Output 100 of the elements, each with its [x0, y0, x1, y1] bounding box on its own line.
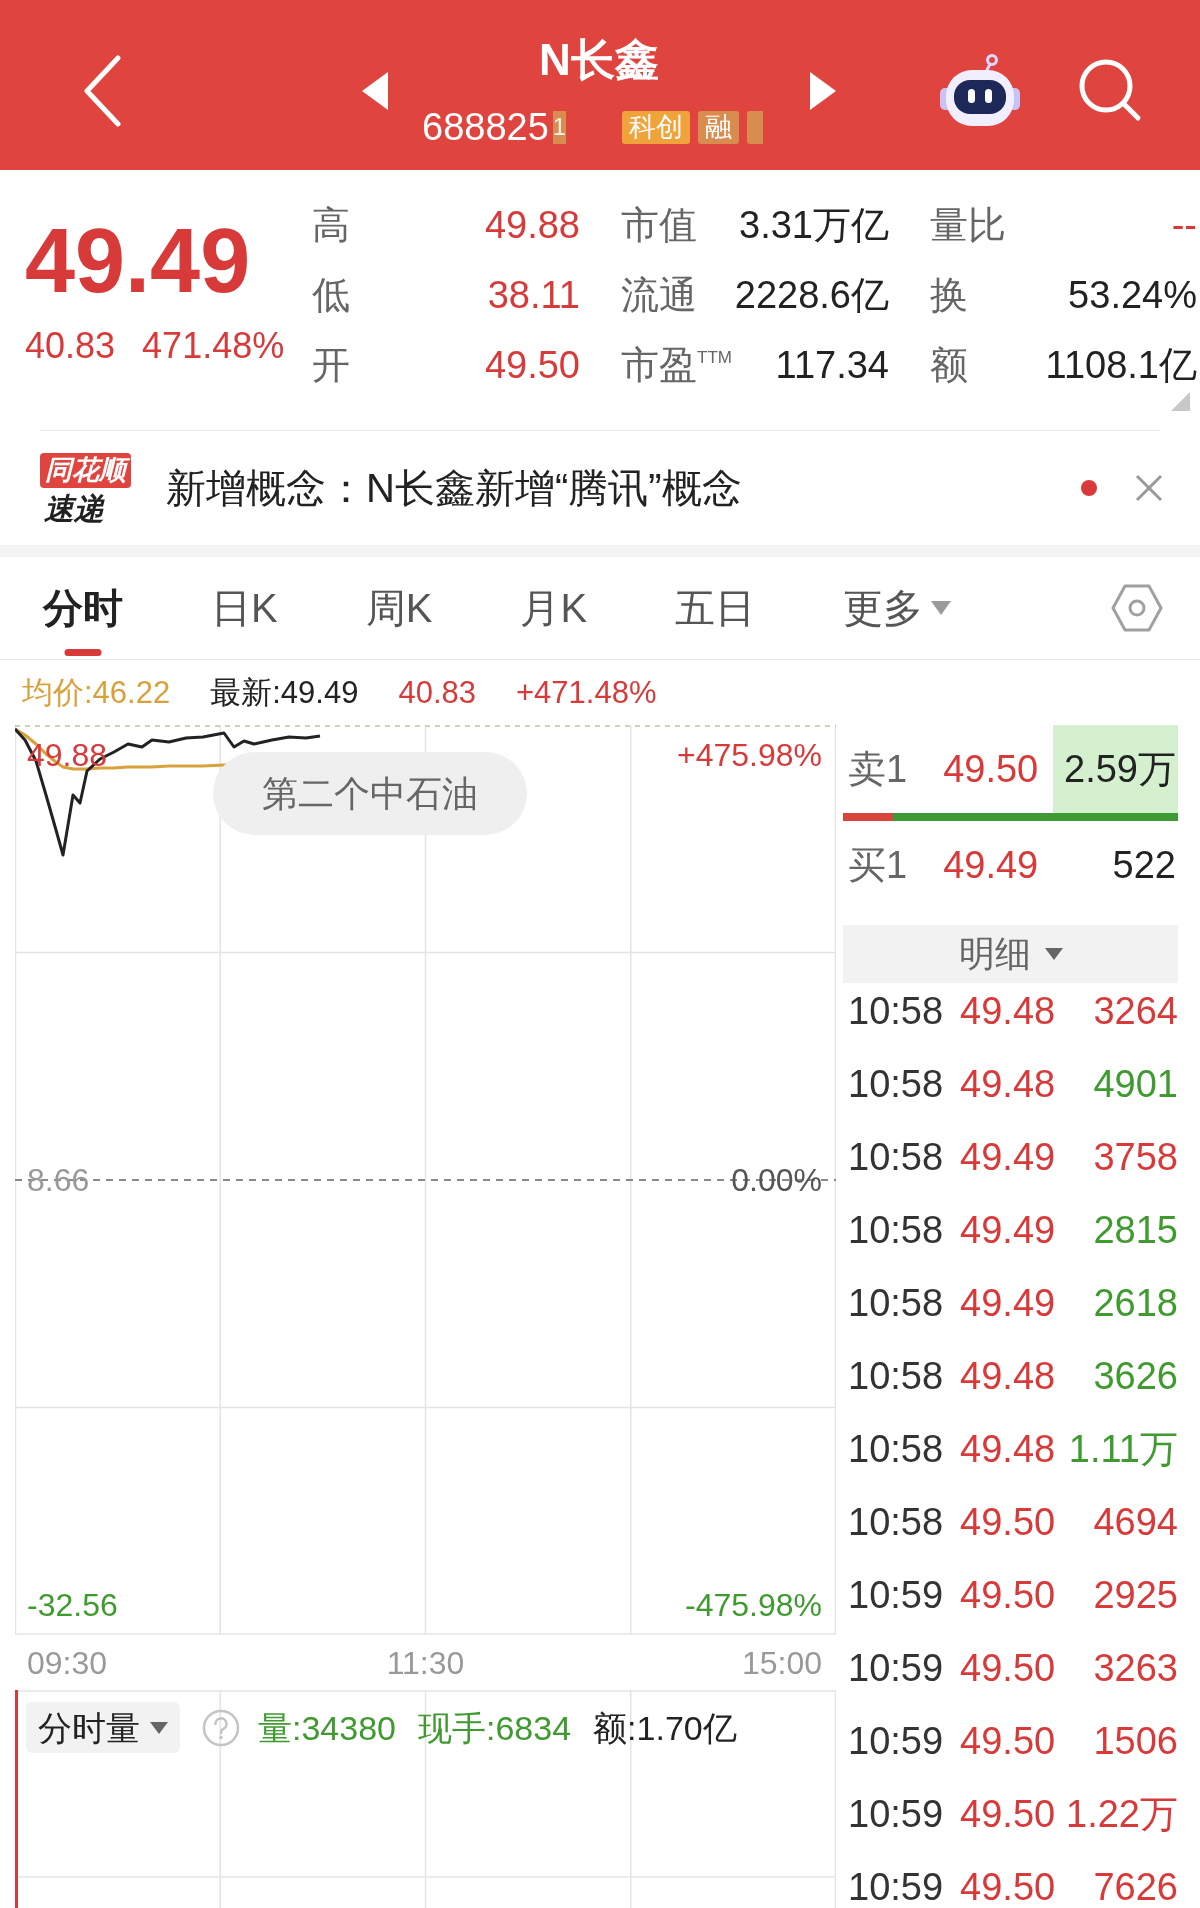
- tag-chip: 科创: [622, 110, 691, 144]
- percent-axis-label: +475.98%: [677, 739, 822, 771]
- stat-label: 额: [930, 346, 968, 384]
- ask-level-label: 卖1: [848, 750, 908, 788]
- last-price: 49.49: [25, 216, 252, 306]
- trade-volume: 1.22万: [1066, 1795, 1178, 1833]
- price-axis-label: -32.56: [27, 1589, 118, 1621]
- chart-tab[interactable]: 分时: [43, 557, 123, 659]
- stat-value: 38.11: [487, 276, 580, 314]
- trade-price: 49.50: [960, 1722, 1056, 1760]
- volume-stat: 现手:6834: [418, 1710, 572, 1745]
- trade-price: 49.48: [960, 992, 1056, 1030]
- legend-item: 均价:46.22: [22, 677, 171, 708]
- ask-price: 49.50: [943, 750, 1039, 788]
- stock-code: 688825: [422, 108, 549, 146]
- trade-time: 10:59: [848, 1795, 944, 1833]
- trade-time: 10:59: [848, 1722, 944, 1760]
- trade-price: 49.49: [960, 1284, 1056, 1322]
- trade-volume: 4694: [1093, 1503, 1178, 1541]
- legend-item: 40.83: [398, 677, 476, 708]
- time-axis-label: 09:30: [27, 1646, 108, 1679]
- trade-price: 49.50: [960, 1649, 1056, 1687]
- percent-change: 471.48%: [142, 328, 285, 364]
- stat-label: 换: [930, 276, 968, 314]
- tag-chip: 融: [698, 110, 740, 144]
- logo-text: 速递: [44, 493, 104, 524]
- stat-label: 高: [312, 206, 350, 244]
- price-axis-label: 8.66: [27, 1164, 90, 1196]
- news-headline[interactable]: 新增概念：N长鑫新增“腾讯”概念: [166, 468, 742, 508]
- trade-volume: 3758: [1093, 1138, 1178, 1176]
- trade-price: 49.49: [960, 1138, 1056, 1176]
- ask-volume: 2.59万: [1053, 725, 1178, 813]
- chart-tab[interactable]: 五日: [675, 557, 756, 659]
- percent-axis-label: 0.00%: [731, 1164, 822, 1196]
- trade-time: 10:58: [848, 1357, 944, 1395]
- stat-label: 流通: [621, 276, 697, 314]
- detail-dropdown[interactable]: 明细: [843, 925, 1178, 983]
- search-icon[interactable]: [1078, 58, 1142, 122]
- caret-icon: [150, 1721, 168, 1734]
- tag-chip: 1: [552, 110, 567, 144]
- trade-volume: 7626: [1093, 1868, 1178, 1906]
- trade-time: 10:58: [848, 1211, 944, 1249]
- trade-volume: 1.11万: [1068, 1430, 1178, 1468]
- indicator-dropdown[interactable]: 分时量: [26, 1702, 180, 1753]
- legend-item: 最新:49.49: [210, 677, 359, 708]
- trade-price: 49.50: [960, 1576, 1056, 1614]
- trade-price: 49.49: [960, 1211, 1056, 1249]
- next-stock-icon[interactable]: [810, 72, 836, 110]
- trade-price: 49.48: [960, 1357, 1056, 1395]
- legend-item: +471.48%: [516, 677, 657, 708]
- stat-value: 2228.6亿: [734, 276, 889, 314]
- back-icon[interactable]: [82, 55, 122, 127]
- close-icon[interactable]: [1135, 474, 1163, 502]
- bid-price: 49.49: [943, 846, 1039, 884]
- trade-time: 10:59: [848, 1868, 944, 1906]
- percent-axis-label: -475.98%: [685, 1589, 822, 1621]
- time-axis-label: 11:30: [386, 1646, 465, 1679]
- trade-time: 10:59: [848, 1649, 944, 1687]
- trade-volume: 3626: [1093, 1357, 1178, 1395]
- trade-time: 10:58: [848, 1284, 944, 1322]
- previous-stock-icon[interactable]: [362, 72, 388, 110]
- stat-value: 53.24%: [1068, 276, 1197, 314]
- trade-price: 49.48: [960, 1430, 1056, 1468]
- stat-label: 低: [312, 276, 350, 314]
- trade-price: 49.50: [960, 1503, 1056, 1541]
- trade-volume: 2925: [1093, 1576, 1178, 1614]
- trade-volume: 4901: [1093, 1065, 1178, 1103]
- volume-stat: 量:34380: [258, 1710, 396, 1745]
- trade-price: 49.50: [960, 1868, 1056, 1906]
- bid-volume: 522: [1111, 843, 1177, 888]
- trade-price: 49.48: [960, 1065, 1056, 1103]
- trade-time: 10:58: [848, 1065, 944, 1103]
- volume-stat: 额:1.70亿: [593, 1710, 737, 1745]
- settings-icon[interactable]: [1111, 584, 1163, 632]
- chart-tab[interactable]: 更多: [843, 557, 952, 659]
- stat-value: 1108.1亿: [1045, 346, 1197, 384]
- caret-icon: [1044, 948, 1063, 960]
- stat-label: 开: [312, 346, 350, 384]
- logo-tag: 同花顺: [40, 452, 131, 488]
- trade-volume: 2618: [1093, 1284, 1178, 1322]
- stat-value: 117.34: [775, 346, 889, 384]
- stat-value: 49.50: [484, 346, 580, 384]
- stat-value: --: [1171, 206, 1197, 244]
- price-change: 40.83: [25, 328, 116, 364]
- trade-volume: 1506: [1093, 1722, 1178, 1760]
- chart-tab[interactable]: 日K: [211, 557, 278, 659]
- stat-value: 49.88: [484, 206, 580, 244]
- trade-time: 10:59: [848, 1576, 944, 1614]
- trade-price: 49.50: [960, 1795, 1056, 1833]
- stock-name: N长鑫: [539, 38, 659, 82]
- trade-volume: 3263: [1093, 1649, 1178, 1687]
- time-axis-label: 15:00: [741, 1646, 822, 1679]
- bid-level-label: 买1: [848, 846, 908, 884]
- comment-bubble: 第二个中石油: [213, 752, 527, 835]
- trade-time: 10:58: [848, 1503, 944, 1541]
- robot-icon[interactable]: [940, 52, 1020, 128]
- trade-volume: 2815: [1093, 1211, 1178, 1249]
- chart-tab[interactable]: 周K: [365, 557, 433, 659]
- stat-label: 量比: [930, 206, 1006, 244]
- chart-tab[interactable]: 月K: [520, 557, 588, 659]
